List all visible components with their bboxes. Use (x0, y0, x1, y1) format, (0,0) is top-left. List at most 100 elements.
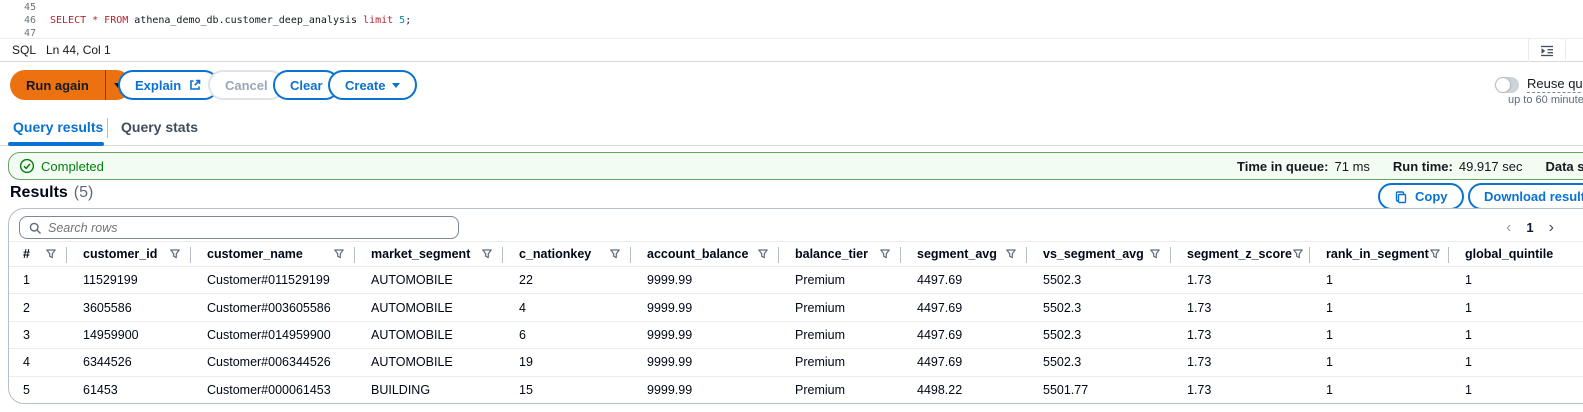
copy-button[interactable]: Copy (1378, 183, 1464, 210)
cell: 4497.69 (917, 355, 963, 370)
column-header: global_quintile (1449, 242, 1583, 266)
reuse-query-label[interactable]: Reuse query (1527, 76, 1583, 93)
cell: 5501.77 (1043, 383, 1089, 398)
column-label: vs_segment_avg (1043, 247, 1144, 261)
create-button[interactable]: Create (328, 70, 418, 100)
query-status-banner: Completed Time in queue: 71 ms Run time: 4… (8, 152, 1583, 180)
sql-keyword: limit (363, 15, 394, 26)
cell: 4 (23, 355, 30, 370)
copy-icon (1394, 190, 1408, 204)
sql-editor[interactable]: 45 46 SELECT * FROM athena_demo_db.custom… (0, 0, 1583, 39)
filter-icon[interactable] (609, 248, 621, 260)
column-label: customer_id (83, 247, 158, 261)
cell: 1.73 (1187, 273, 1212, 288)
table-row: 3 14959900 Customer#014959900 AUTOMOBILE 6 99… (9, 322, 1583, 350)
column-header: customer_id (67, 242, 191, 266)
athena-query-editor-screen: 45 46 SELECT * FROM athena_demo_db.custom… (0, 0, 1583, 412)
filter-icon[interactable] (1429, 248, 1441, 260)
cell: Customer#014959900 (207, 327, 331, 342)
page-number[interactable]: 1 (1526, 216, 1533, 239)
cell: 4497.69 (917, 273, 963, 288)
column-label: global_quintile (1465, 247, 1554, 261)
time-in-queue-value: 71 ms (1334, 158, 1370, 174)
cell: 3605586 (83, 300, 132, 315)
cell: 1 (1465, 355, 1472, 370)
column-label: account_balance (647, 247, 749, 261)
column-header: rank_in_segment (1310, 242, 1449, 266)
reuse-query-toggle[interactable] (1495, 76, 1519, 93)
cell: Premium (795, 355, 846, 370)
cell: 1 (1326, 273, 1333, 288)
cell: 1 (1326, 355, 1333, 370)
reuse-query-control: Reuse query (1495, 76, 1583, 93)
cell: 1.73 (1187, 300, 1212, 315)
cell: Customer#003605586 (207, 300, 331, 315)
tab-query-stats[interactable]: Query stats (121, 110, 198, 146)
line-number: 46 (23, 15, 36, 26)
run-time-label: Run time: (1392, 158, 1453, 174)
editor-preferences-button[interactable] (1528, 39, 1566, 62)
cell: 9999.99 (647, 327, 693, 342)
filter-icon[interactable] (481, 248, 493, 260)
cell: 9999.99 (647, 300, 693, 315)
column-header: balance_tier (779, 242, 901, 266)
filter-icon[interactable] (169, 248, 181, 260)
previous-page-icon[interactable]: ‹ (1506, 216, 1511, 239)
tab-divider (107, 118, 108, 138)
cell: 4497.69 (917, 327, 963, 342)
column-header: customer_name (191, 242, 355, 266)
cell: Customer#011529199 (207, 273, 330, 288)
download-results-csv-button[interactable]: Download results CSV (1468, 183, 1583, 210)
chevron-down-icon (392, 82, 401, 88)
copy-button-label: Copy (1415, 189, 1448, 204)
cell: AUTOMOBILE (371, 300, 453, 315)
filter-icon[interactable] (45, 248, 57, 260)
column-label: balance_tier (795, 247, 868, 261)
results-title: Results (10, 184, 68, 201)
filter-icon[interactable] (757, 248, 769, 260)
table-row: 5 61453 Customer#000061453 BUILDING 15 9999.9… (9, 377, 1583, 403)
line-number: 45 (23, 2, 36, 13)
column-label: rank_in_segment (1326, 247, 1429, 261)
filter-icon[interactable] (333, 248, 345, 260)
column-header: account_balance (631, 242, 779, 266)
code-line[interactable]: SELECT * FROM athena_demo_db.customer_dee… (50, 14, 411, 27)
tab-query-results[interactable]: Query results (13, 110, 103, 146)
run-again-button[interactable]: Run again (10, 70, 105, 100)
cell: Premium (795, 300, 846, 315)
editor-language-label: SQL (12, 43, 37, 57)
cell: 1 (23, 273, 30, 288)
cell: 14959900 (83, 327, 139, 342)
reuse-query-subtext: up to 60 minutes (1508, 94, 1583, 106)
results-count: (5) (73, 184, 94, 201)
table-row: 1 11529199 Customer#011529199 AUTOMOBILE 22 9… (9, 267, 1583, 295)
cell: 5502.3 (1043, 355, 1082, 370)
cell: 1 (1465, 273, 1472, 288)
filter-icon[interactable] (1149, 248, 1161, 260)
table-row: 4 6344526 Customer#006344526 AUTOMOBILE 19 99… (9, 349, 1583, 377)
cell: 9999.99 (647, 383, 693, 398)
success-check-icon (19, 158, 35, 174)
results-card: ‹ 1 › # customer_id customer_name market… (8, 208, 1583, 404)
filter-icon[interactable] (1005, 248, 1017, 260)
filter-icon[interactable] (879, 248, 891, 260)
sql-identifier: athena_demo_db.customer_deep_analysis (134, 15, 358, 26)
cell: 5502.3 (1043, 273, 1082, 288)
cell: 1.73 (1187, 383, 1212, 398)
external-link-icon (188, 78, 202, 92)
column-label: segment_avg (917, 247, 997, 261)
search-rows-input[interactable] (48, 220, 450, 235)
cell: Premium (795, 327, 846, 342)
column-header: # (9, 242, 67, 266)
cell: 1 (1326, 383, 1333, 398)
cell: 1 (1465, 383, 1472, 398)
cell: AUTOMOBILE (371, 355, 453, 370)
cell: 6344526 (83, 355, 132, 370)
column-label: customer_name (207, 247, 303, 261)
filter-icon[interactable] (1292, 248, 1304, 260)
cell: 9999.99 (647, 355, 693, 370)
run-again-split-button[interactable]: Run again (10, 70, 131, 100)
explain-button[interactable]: Explain (118, 70, 220, 100)
next-page-icon[interactable]: › (1549, 216, 1554, 239)
cell: 5 (23, 383, 30, 398)
